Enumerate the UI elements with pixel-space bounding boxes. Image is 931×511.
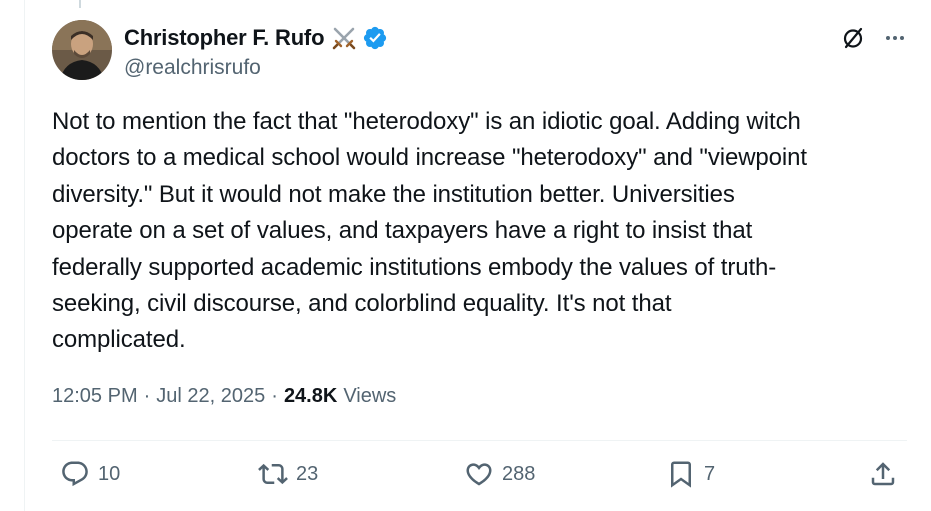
tweet-time[interactable]: 12:05 PM [52,385,138,408]
display-name[interactable]: Christopher F. Rufo [124,25,325,51]
thread-connector [79,0,81,8]
tweet-header: Christopher F. Rufo @realchrisrufo [52,20,907,84]
action-bar: 10 23 288 7 [52,459,907,499]
bookmark-count: 7 [704,462,716,485]
share-button[interactable] [868,459,898,489]
divider [52,440,907,441]
tweet-date[interactable]: Jul 22, 2025 [156,385,265,408]
meta-separator: · [143,385,151,407]
repost-count: 23 [296,462,319,485]
grok-icon[interactable] [841,26,865,55]
like-button[interactable]: 288 [464,459,535,489]
reply-icon [60,459,90,489]
bookmark-icon [666,459,696,489]
thread-edge [24,0,25,511]
repost-icon [258,459,288,489]
views-count[interactable]: 24.8K [284,385,337,408]
crossed-swords-icon [330,24,358,52]
share-icon [868,459,898,489]
repost-button[interactable]: 23 [258,459,318,489]
reply-button[interactable]: 10 [60,459,120,489]
bookmark-button[interactable]: 7 [666,459,715,489]
avatar[interactable] [52,20,112,80]
handle[interactable]: @realchrisrufo [124,56,388,80]
like-icon [464,459,494,489]
more-icon[interactable] [883,26,907,55]
views-label: Views [343,385,397,407]
like-count: 288 [502,462,536,485]
meta-separator: · [271,385,278,407]
tweet-text: Not to mention the fact that "heterodoxy… [52,108,807,354]
reply-count: 10 [98,462,121,485]
tweet-meta: 12:05 PM · Jul 22, 2025 · 24.8K Views [52,385,396,408]
verified-badge-icon[interactable] [362,25,388,51]
